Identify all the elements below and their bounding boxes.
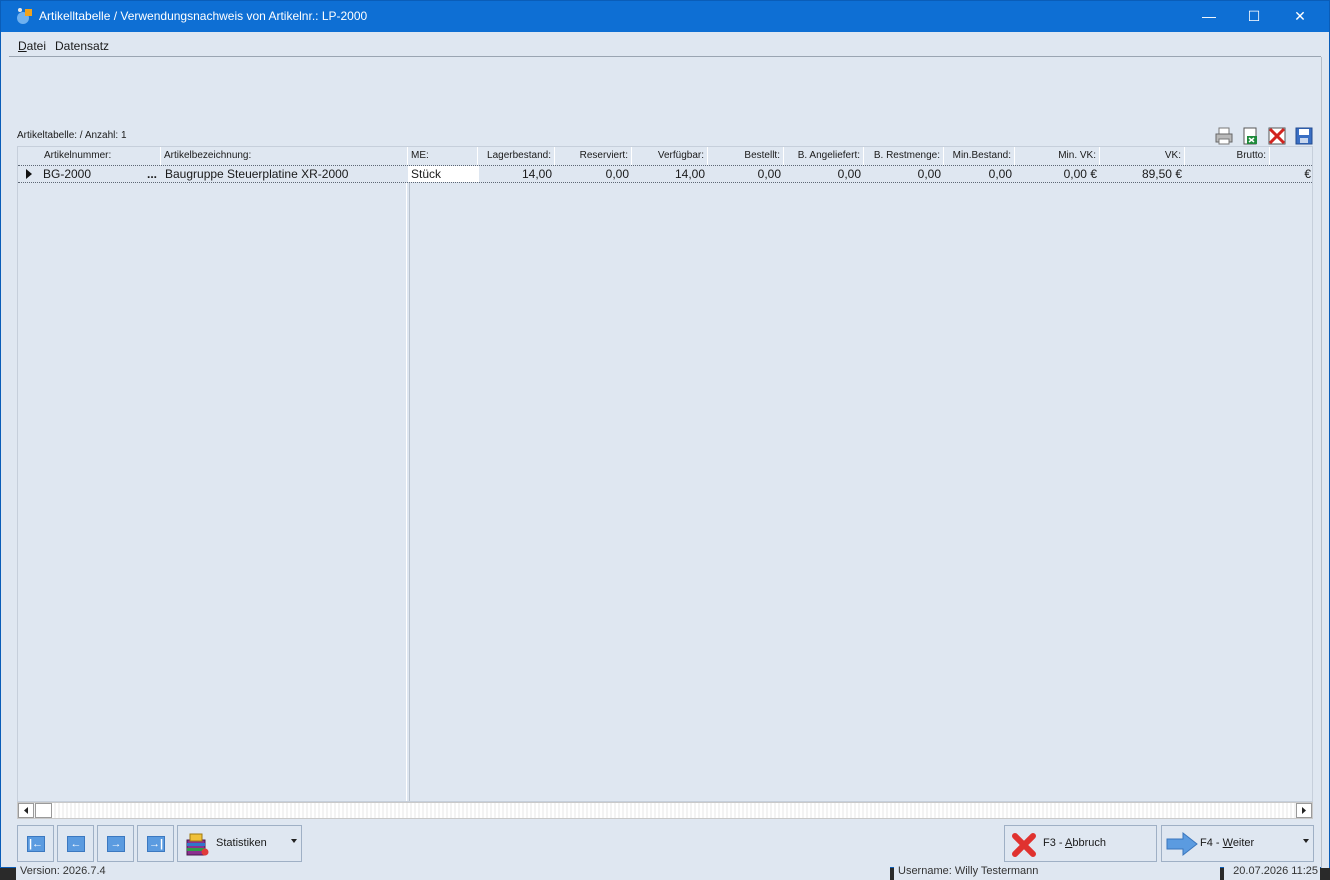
- col-header-bezeichnung[interactable]: Artikelbezeichnung:: [161, 147, 408, 165]
- status-version: Version: 2026.7.4: [16, 862, 890, 880]
- col-header-reserviert[interactable]: Reserviert:: [555, 147, 632, 165]
- col-header-minvk[interactable]: Min. VK:: [1015, 147, 1100, 165]
- close-button[interactable]: ✕: [1277, 1, 1323, 32]
- statistiken-button[interactable]: Statistiken: [177, 825, 302, 862]
- abbruch-rest: bbruch: [1072, 837, 1106, 849]
- first-record-button[interactable]: |←: [17, 825, 54, 862]
- cell-bestellt[interactable]: 0,00: [708, 166, 784, 182]
- cell-vk[interactable]: 89,50 €: [1100, 166, 1185, 182]
- window-right-edge: [1321, 57, 1329, 869]
- scroll-right-icon: [1302, 807, 1306, 814]
- status-bar: Version: 2026.7.4 Username: Willy Tester…: [0, 862, 1330, 880]
- col-header-brutto[interactable]: Brutto:: [1185, 147, 1270, 165]
- cell-lagerbestand[interactable]: 14,00: [478, 166, 555, 182]
- main-window: Artikelltabelle / Verwendungsnachweis vo…: [0, 0, 1330, 869]
- cell-restmenge[interactable]: 0,00: [864, 166, 944, 182]
- previous-record-button[interactable]: ←: [57, 825, 94, 862]
- record-count-label: Artikeltabelle: / Anzahl: 1: [17, 130, 127, 141]
- printer-icon[interactable]: [1214, 126, 1234, 146]
- menu-datensatz[interactable]: Datensatz: [55, 39, 109, 53]
- last-record-button[interactable]: →|: [137, 825, 174, 862]
- previous-record-icon: ←: [67, 836, 85, 852]
- last-record-icon: →|: [147, 836, 165, 852]
- next-record-button[interactable]: →: [97, 825, 134, 862]
- menu-bar: Datei Datensatz: [9, 34, 1321, 57]
- cell-angeliefert[interactable]: 0,00: [784, 166, 864, 182]
- cell-minbestand[interactable]: 0,00: [944, 166, 1015, 182]
- statistiken-dropdown-icon[interactable]: [291, 839, 297, 843]
- weiter-dropdown-icon[interactable]: [1303, 839, 1309, 843]
- row-indicator-icon: [26, 169, 32, 179]
- horizontal-scrollbar[interactable]: [17, 802, 1313, 819]
- weiter-button[interactable]: F4 - Weiter: [1161, 825, 1314, 862]
- abbruch-prefix: F3 -: [1043, 837, 1066, 849]
- cancel-x-icon: [1012, 833, 1036, 857]
- col-header-verfuegbar[interactable]: Verfügbar:: [632, 147, 708, 165]
- weiter-rest: eiter: [1232, 837, 1255, 849]
- title-bar[interactable]: Artikelltabelle / Verwendungsnachweis vo…: [1, 1, 1329, 32]
- statistiken-label: Statistiken: [216, 837, 267, 849]
- col-header-me[interactable]: ME:: [408, 147, 478, 165]
- status-datetime: 20.07.2026 11:25: [1224, 862, 1320, 880]
- delete-icon[interactable]: [1267, 126, 1287, 146]
- next-record-icon: →: [107, 836, 125, 852]
- col-header-lagerbestand[interactable]: Lagerbestand:: [478, 147, 555, 165]
- cell-me[interactable]: Stück: [408, 166, 479, 182]
- abbruch-label: F3 - Abbruch: [1043, 837, 1106, 849]
- scroll-right-button[interactable]: [1296, 803, 1312, 818]
- article-grid[interactable]: Artikelnummer: Artikelbezeichnung: ME: L…: [17, 146, 1313, 802]
- weiter-label: F4 - Weiter: [1200, 837, 1254, 849]
- scroll-left-button[interactable]: [18, 803, 34, 818]
- cell-artikelnummer[interactable]: BG-2000: [40, 166, 145, 182]
- minimize-button[interactable]: —: [1186, 1, 1232, 32]
- col-header-restmenge[interactable]: B. Restmenge:: [864, 147, 944, 165]
- menu-datei-accel: D: [18, 39, 27, 53]
- statistics-archive-icon: [186, 833, 209, 856]
- frozen-column-divider[interactable]: [406, 183, 410, 801]
- cell-brutto[interactable]: €: [1270, 166, 1312, 182]
- scroll-thumb[interactable]: [35, 803, 52, 818]
- save-icon[interactable]: [1294, 126, 1314, 146]
- menu-datei-label: atei: [26, 39, 47, 53]
- weiter-accel: W: [1222, 837, 1233, 849]
- table-row[interactable]: BG-2000 ... Baugruppe Steuerplatine XR-2…: [18, 165, 1312, 183]
- cell-bezeichnung[interactable]: Baugruppe Steuerplatine XR-2000: [162, 166, 408, 182]
- col-header-artikelnummer[interactable]: Artikelnummer:: [41, 147, 161, 165]
- cell-minvk[interactable]: 0,00 €: [1015, 166, 1100, 182]
- col-header-vk[interactable]: VK:: [1100, 147, 1185, 165]
- abbruch-button[interactable]: F3 - Abbruch: [1004, 825, 1157, 862]
- forward-arrow-icon: [1166, 831, 1198, 857]
- first-record-icon: |←: [27, 836, 45, 852]
- col-header-bestellt[interactable]: Bestellt:: [708, 147, 784, 165]
- weiter-prefix: F4 -: [1200, 837, 1223, 849]
- cell-verfuegbar[interactable]: 14,00: [632, 166, 708, 182]
- status-user: Username: Willy Testermann: [894, 862, 1220, 880]
- app-icon: [17, 8, 32, 24]
- maximize-button[interactable]: ☐: [1231, 1, 1277, 32]
- window-title: Artikelltabelle / Verwendungsnachweis vo…: [39, 9, 368, 23]
- export-excel-icon[interactable]: [1241, 126, 1261, 146]
- col-header-minbestand[interactable]: Min.Bestand:: [944, 147, 1015, 165]
- cell-reserviert[interactable]: 0,00: [555, 166, 632, 182]
- grid-header: Artikelnummer: Artikelbezeichnung: ME: L…: [18, 147, 1312, 165]
- scroll-left-icon: [24, 807, 28, 814]
- cell-ellipsis-button[interactable]: ...: [144, 166, 161, 182]
- menu-datei[interactable]: Datei: [18, 39, 46, 53]
- col-header-angeliefert[interactable]: B. Angeliefert:: [784, 147, 864, 165]
